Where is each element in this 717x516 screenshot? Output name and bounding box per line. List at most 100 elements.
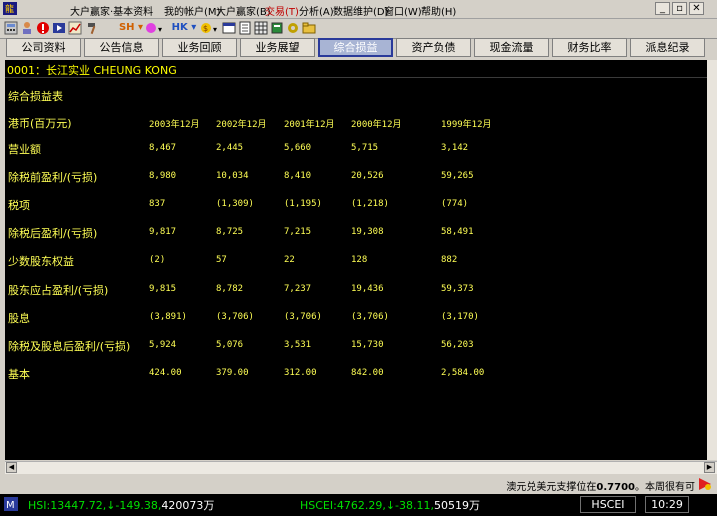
row-label: 除税前盈利/(亏损) (8, 171, 98, 184)
year-header: 2001年12月 (284, 120, 335, 130)
row-value: (1,309) (216, 199, 254, 209)
row-label: 基本 (8, 368, 30, 381)
tab-company-info[interactable]: 公司资料 (6, 38, 81, 57)
row-value: 379.00 (216, 368, 249, 378)
row-value: 5,660 (284, 143, 312, 153)
report-panel: 0001：长江实业 CHEUNG KONG 综合损益表 港币(百万元) 2003… (5, 60, 707, 460)
toolbar: SH ▾ ▾ HK ▾ $ ▾ (0, 19, 717, 39)
row-label: 股息 (8, 312, 30, 325)
restore-icon[interactable]: ▫ (672, 2, 687, 15)
row-value: 9,817 (149, 227, 177, 237)
row-value: 56,203 (441, 340, 474, 350)
app-icon[interactable]: 龍 (3, 2, 17, 15)
folder-icon[interactable] (302, 21, 316, 35)
tab-announcements[interactable]: 公告信息 (84, 38, 159, 57)
tab-dividend-record[interactable]: 派息纪录 (630, 38, 705, 57)
row-value: 2,584.00 (441, 368, 485, 378)
row-value: (1,218) (351, 199, 389, 209)
hsi-index-readout: HSI:13447.72,↓-149.38,420073万 (28, 497, 214, 513)
row-value: 128 (351, 255, 368, 265)
hk-market-button[interactable]: HK ▾ (170, 21, 198, 35)
row-value: 59,265 (441, 171, 474, 181)
market-logo-icon: M (4, 497, 18, 511)
menu-item-bigwinner[interactable]: 大户赢家(B) (216, 3, 271, 18)
row-value: 312.00 (284, 368, 317, 378)
row-value: 882 (441, 255, 458, 265)
row-value: 8,782 (216, 284, 244, 294)
tab-income-statement[interactable]: 综合损益 (318, 38, 393, 57)
hk-market-label: HK (171, 22, 188, 33)
tab-cash-flow[interactable]: 现金流量 (474, 38, 549, 57)
svg-text:▾: ▾ (213, 25, 217, 34)
row-value: 2,445 (216, 143, 244, 153)
chart-icon[interactable] (68, 21, 82, 35)
grid-icon[interactable] (254, 21, 268, 35)
row-value: 7,215 (284, 227, 312, 237)
gear-icon[interactable] (286, 21, 300, 35)
income-statement-table: 综合损益表 港币(百万元) 2003年12月 2002年12月 2001年12月 20… (5, 79, 707, 460)
row-value: (2) (149, 255, 166, 265)
calculator-icon[interactable] (4, 21, 18, 35)
minimize-icon[interactable]: _ (655, 2, 670, 15)
row-value: 424.00 (149, 368, 182, 378)
row-value: 5,076 (216, 340, 244, 350)
year-header: 1999年12月 (441, 120, 492, 130)
hscei-label: HSCEI:4762.29, (300, 499, 386, 512)
window-icon[interactable] (222, 21, 236, 35)
report-title: 综合损益表 (8, 90, 63, 103)
index-status-bar: M HSI:13447.72,↓-149.38,420073万 HSCEI:47… (0, 494, 717, 516)
row-value: 5,924 (149, 340, 177, 350)
menu-item-help[interactable]: 帮助(H) (421, 3, 456, 18)
unit-label: 港币(百万元) (8, 117, 72, 130)
tab-financial-ratios[interactable]: 财务比率 (552, 38, 627, 57)
row-value: 59,373 (441, 284, 474, 294)
menu-item-account[interactable]: 我的帐户(M) (164, 3, 220, 18)
row-value: (3,891) (149, 312, 187, 322)
document-icon[interactable] (238, 21, 252, 35)
row-label: 税项 (8, 199, 30, 212)
row-label: 营业额 (8, 143, 41, 156)
index-selector[interactable]: HSCEI (580, 496, 636, 513)
row-value: (3,706) (284, 312, 322, 322)
row-label: 少数股东权益 (8, 255, 74, 268)
book-icon[interactable] (270, 21, 284, 35)
svg-text:▾: ▾ (158, 25, 162, 34)
row-label: 股东应占盈利/(亏损) (8, 284, 109, 297)
row-value: 10,034 (216, 171, 249, 181)
vertical-scrollbar[interactable] (707, 60, 717, 460)
row-label: 除税后盈利/(亏损) (8, 227, 98, 240)
news-ticker: 澳元兑美元支撑位在0.7700。本周很有可 (0, 475, 717, 493)
ticker-message: 澳元兑美元支撑位在0.7700。本周很有可 (506, 478, 695, 493)
play-icon[interactable] (52, 21, 66, 35)
menu-item-window[interactable]: 窗口(W) (384, 3, 422, 18)
hscei-volume: 50519万 (434, 499, 481, 512)
ticker-text-before: 澳元兑美元支撑位在 (506, 482, 597, 493)
hscei-change: ↓-38.11, (385, 499, 435, 512)
row-value: 58,491 (441, 227, 474, 237)
sh-market-label: SH (118, 22, 135, 33)
hsi-volume: 420073万 (161, 499, 215, 512)
hammer-icon[interactable] (86, 21, 100, 35)
menu-item-trade[interactable]: 交易(T) (265, 3, 299, 18)
row-value: (3,706) (351, 312, 389, 322)
row-value: 8,410 (284, 171, 312, 181)
alert-icon[interactable] (36, 21, 50, 35)
person-icon[interactable] (20, 21, 34, 35)
ticker-value: 0.7700 (596, 482, 635, 493)
close-icon[interactable]: ✕ (689, 2, 704, 15)
menu-item-data-maintenance[interactable]: 数据维护(D) (333, 3, 389, 18)
tab-balance-sheet[interactable]: 资产负债 (396, 38, 471, 57)
palette-icon[interactable]: ▾ (145, 21, 165, 35)
row-value: 57 (216, 255, 227, 265)
tab-business-outlook[interactable]: 业务展望 (240, 38, 315, 57)
dollar-icon[interactable]: $ ▾ (200, 21, 220, 35)
sh-market-button[interactable]: SH ▾ (116, 21, 146, 35)
row-value: 5,715 (351, 143, 379, 153)
row-value: 19,308 (351, 227, 384, 237)
horizontal-scrollbar[interactable]: ◀ ▶ (5, 461, 717, 474)
menu-item-analysis[interactable]: 分析(A) (299, 3, 334, 18)
scroll-right-icon[interactable]: ▶ (704, 462, 715, 473)
tab-business-review[interactable]: 业务回顾 (162, 38, 237, 57)
hsi-change: ↓-149.38, (106, 499, 162, 512)
scroll-left-icon[interactable]: ◀ (6, 462, 17, 473)
